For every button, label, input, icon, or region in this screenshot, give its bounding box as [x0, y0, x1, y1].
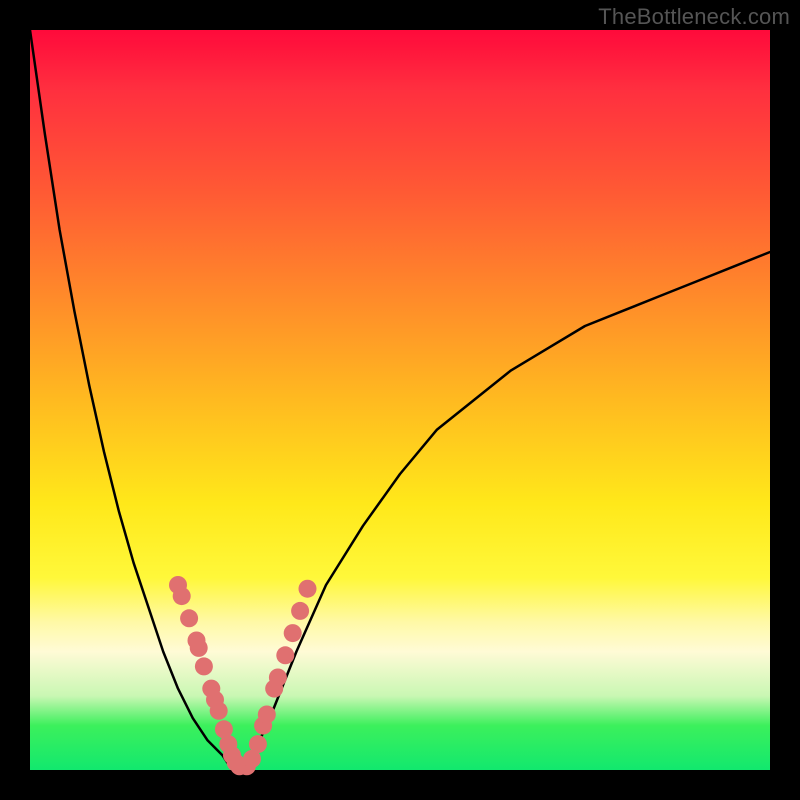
marker-dot	[210, 702, 228, 720]
marker-dot	[190, 639, 208, 657]
marker-dot	[249, 735, 267, 753]
marker-dot	[291, 602, 309, 620]
plot-area	[30, 30, 770, 770]
curve-svg	[30, 30, 770, 770]
marker-dot	[299, 580, 317, 598]
bottleneck-curve	[30, 30, 770, 770]
marker-dot	[258, 706, 276, 724]
marker-dot	[195, 657, 213, 675]
marker-dot	[276, 646, 294, 664]
marker-dot	[269, 669, 287, 687]
marker-dot	[180, 609, 198, 627]
chart-frame: TheBottleneck.com	[0, 0, 800, 800]
watermark-text: TheBottleneck.com	[598, 4, 790, 30]
marker-dot	[284, 624, 302, 642]
marker-dots	[169, 576, 317, 775]
curve-path	[30, 30, 770, 770]
marker-dot	[173, 587, 191, 605]
